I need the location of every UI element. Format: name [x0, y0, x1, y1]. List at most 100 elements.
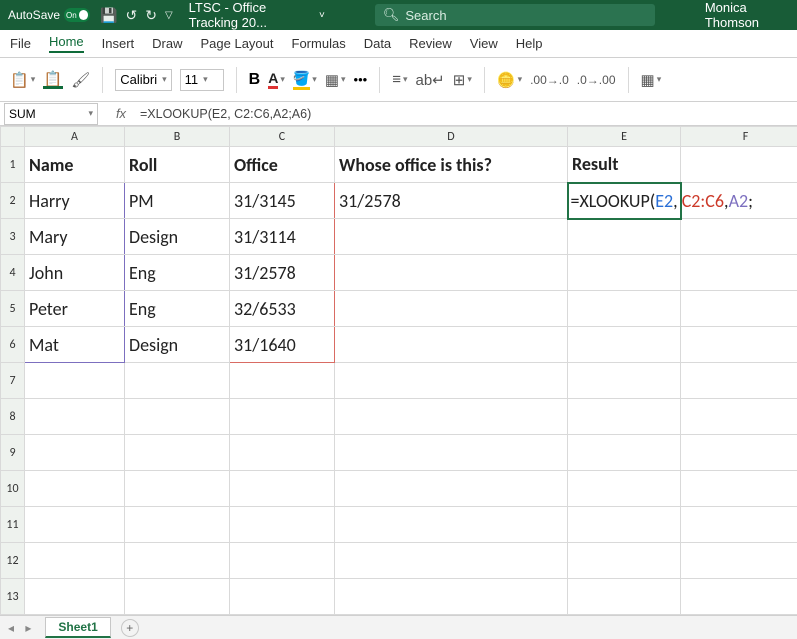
document-title[interactable]: LTSC - Office Tracking 20... ˅ — [189, 0, 325, 30]
cell[interactable] — [230, 471, 335, 507]
borders-button[interactable]: ▦▾ — [325, 71, 346, 89]
cell[interactable] — [125, 507, 230, 543]
cell[interactable] — [230, 399, 335, 435]
merge-button[interactable]: ⊞▾ — [453, 71, 472, 89]
select-all-corner[interactable] — [1, 127, 25, 147]
col-header-F[interactable]: F — [681, 127, 797, 147]
cell[interactable]: Whose office is this? — [335, 147, 568, 183]
col-header-E[interactable]: E — [568, 127, 681, 147]
cell-active[interactable]: =XLOOKUP(E2, C2:C6,A2; — [568, 183, 681, 219]
cell[interactable]: 31/2578 — [230, 255, 335, 291]
cell[interactable] — [125, 543, 230, 579]
cell[interactable] — [25, 579, 125, 615]
tab-file[interactable]: File — [10, 36, 31, 51]
align-button[interactable]: ≡▾ — [392, 71, 407, 88]
toggle-switch[interactable]: On — [64, 8, 90, 22]
cell[interactable]: Eng — [125, 255, 230, 291]
cell[interactable] — [230, 579, 335, 615]
cell[interactable] — [125, 435, 230, 471]
row-header[interactable]: 10 — [1, 471, 25, 507]
row-header[interactable]: 6 — [1, 327, 25, 363]
cell[interactable] — [568, 615, 681, 616]
add-sheet-button[interactable]: + — [121, 619, 139, 637]
cell[interactable] — [335, 219, 568, 255]
cell[interactable] — [335, 399, 568, 435]
current-user[interactable]: Monica Thomson — [705, 0, 785, 30]
row-header[interactable]: 5 — [1, 291, 25, 327]
cell[interactable]: Mat — [25, 327, 125, 363]
paste-main[interactable]: 📋 — [43, 70, 63, 89]
row-header[interactable]: 8 — [1, 399, 25, 435]
cell[interactable] — [335, 255, 568, 291]
cell[interactable]: Result — [568, 147, 681, 183]
cell[interactable]: Harry — [25, 183, 125, 219]
cell[interactable] — [230, 507, 335, 543]
cell[interactable] — [230, 615, 335, 616]
cell[interactable] — [568, 579, 681, 615]
row-header[interactable]: 11 — [1, 507, 25, 543]
undo-icon[interactable]: ↺ — [125, 7, 137, 24]
decrease-decimal-icon[interactable]: .00→.0 — [530, 73, 569, 87]
cell[interactable] — [25, 435, 125, 471]
cell[interactable]: PM — [125, 183, 230, 219]
cell[interactable] — [568, 327, 681, 363]
wrap-text-button[interactable]: ab↵ — [416, 71, 445, 89]
qat-dropdown-icon[interactable]: ▽ — [165, 10, 173, 21]
styles-button[interactable]: ▦▾ — [641, 71, 662, 89]
cell[interactable]: John — [25, 255, 125, 291]
save-icon[interactable]: 💾 — [100, 7, 117, 24]
cell[interactable]: 31/3114 — [230, 219, 335, 255]
formula-input[interactable]: =XLOOKUP(E2, C2:C6,A2;A6) — [134, 107, 797, 121]
tell-me-search[interactable]: 🔍︎ Search — [375, 4, 655, 26]
tab-view[interactable]: View — [470, 36, 498, 51]
cell[interactable] — [125, 363, 230, 399]
cell[interactable] — [25, 507, 125, 543]
row-header[interactable]: 1 — [1, 147, 25, 183]
cell[interactable] — [681, 291, 797, 327]
tab-home[interactable]: Home — [49, 34, 84, 53]
cell[interactable] — [25, 363, 125, 399]
row-header[interactable]: 2 — [1, 183, 25, 219]
redo-icon[interactable]: ↻ — [145, 7, 157, 24]
cell[interactable] — [681, 147, 797, 183]
cell[interactable]: Mary — [25, 219, 125, 255]
cell[interactable] — [230, 435, 335, 471]
cell[interactable] — [681, 435, 797, 471]
cell[interactable] — [681, 255, 797, 291]
tab-review[interactable]: Review — [409, 36, 452, 51]
cell[interactable] — [568, 543, 681, 579]
fill-color-button[interactable]: 🪣▾ — [293, 70, 317, 90]
format-painter-icon[interactable]: 🖌 — [71, 71, 90, 89]
font-color-button[interactable]: A▾ — [268, 70, 285, 89]
col-header-C[interactable]: C — [230, 127, 335, 147]
cell[interactable] — [568, 507, 681, 543]
cell[interactable] — [125, 471, 230, 507]
row-header[interactable]: 4 — [1, 255, 25, 291]
row-header[interactable]: 13 — [1, 579, 25, 615]
cell[interactable] — [25, 399, 125, 435]
cell[interactable] — [335, 615, 568, 616]
paste-button[interactable]: 📋▾ — [10, 71, 35, 89]
tab-page-layout[interactable]: Page Layout — [201, 36, 274, 51]
more-font-options[interactable]: ••• — [354, 72, 368, 87]
cell[interactable] — [335, 507, 568, 543]
cell[interactable] — [25, 543, 125, 579]
cell[interactable]: 32/6533 — [230, 291, 335, 327]
bold-button[interactable]: B — [249, 71, 261, 89]
cell[interactable] — [568, 363, 681, 399]
cell[interactable] — [125, 579, 230, 615]
cell[interactable]: 31/1640 — [230, 327, 335, 363]
tab-insert[interactable]: Insert — [102, 36, 135, 51]
cell[interactable] — [230, 363, 335, 399]
name-box[interactable]: SUM ▾ — [4, 103, 98, 125]
cell[interactable] — [568, 255, 681, 291]
row-header[interactable]: 3 — [1, 219, 25, 255]
row-header[interactable]: 12 — [1, 543, 25, 579]
cell[interactable] — [335, 435, 568, 471]
cell[interactable] — [125, 615, 230, 616]
row-header[interactable]: 7 — [1, 363, 25, 399]
cell[interactable] — [335, 471, 568, 507]
tab-draw[interactable]: Draw — [152, 36, 182, 51]
row-header[interactable]: 14 — [1, 615, 25, 616]
number-format-button[interactable]: 🪙▾ — [497, 71, 522, 89]
